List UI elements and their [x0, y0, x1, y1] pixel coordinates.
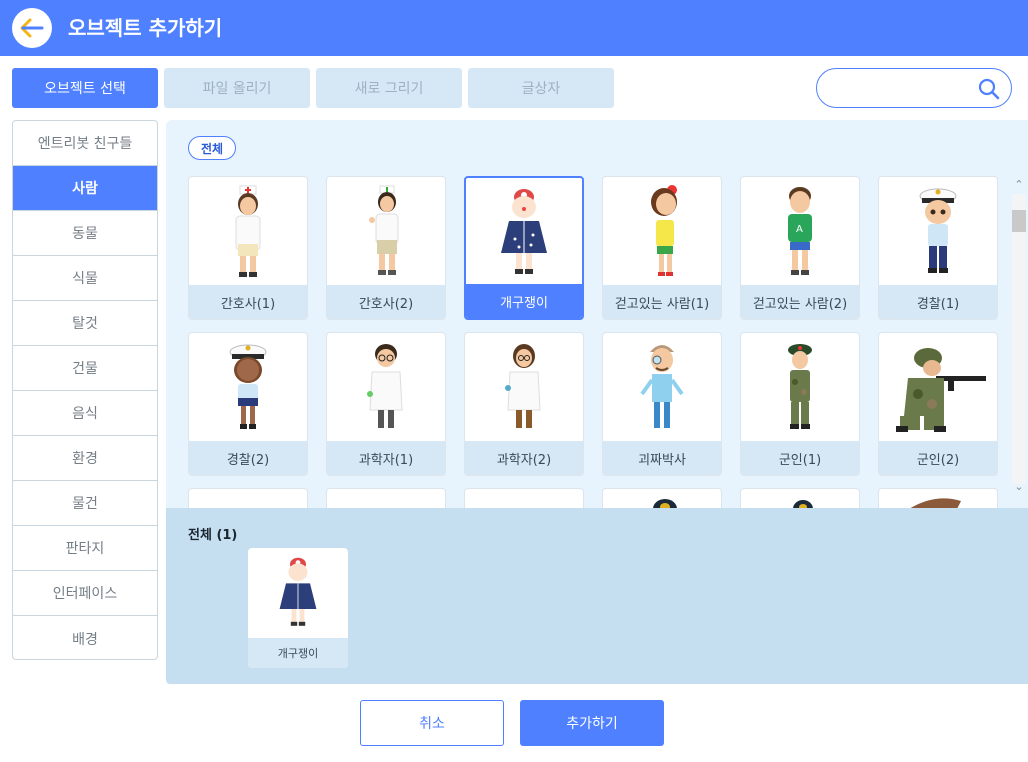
object-card-label: 과학자(2): [465, 441, 583, 475]
nurse-1-icon: [235, 185, 261, 277]
sidebar-item-animals[interactable]: 동물: [13, 211, 157, 256]
category-sidebar: 엔트리봇 친구들 사람 동물 식물 탈것 건물 음식 환경 물건 판타지 인터페…: [12, 120, 158, 660]
nurse-2-icon: [369, 185, 399, 275]
officer-cap-icon: [793, 500, 813, 508]
object-card-selected[interactable]: 개구쟁이: [464, 176, 584, 320]
object-card[interactable]: 과학자(2): [464, 332, 584, 476]
police-2-icon: [229, 344, 267, 429]
tab-object-select[interactable]: 오브젝트 선택: [12, 68, 158, 108]
police-1-icon: [919, 188, 957, 273]
object-card-label: 괴짜박사: [603, 441, 721, 475]
filter-chip-all[interactable]: 전체: [188, 136, 237, 160]
scroll-thumb[interactable]: [1012, 210, 1026, 232]
selected-object-card[interactable]: 개구쟁이: [248, 548, 348, 668]
quirky-doctor-icon: [640, 345, 684, 428]
search-input[interactable]: [833, 77, 983, 99]
sidebar-item-interface[interactable]: 인터페이스: [13, 571, 157, 616]
object-card[interactable]: [464, 488, 584, 508]
tab-text-box[interactable]: 글상자: [468, 68, 614, 108]
walking-person-2-icon: A: [788, 187, 812, 275]
object-card[interactable]: 괴짜박사: [602, 332, 722, 476]
object-card-label: 군인(2): [879, 441, 997, 475]
object-card[interactable]: [602, 488, 722, 508]
object-card[interactable]: 과학자(1): [326, 332, 446, 476]
soldier-2-icon: [896, 348, 986, 432]
scientist-2-icon: [505, 344, 541, 428]
sidebar-item-entrybot-friends[interactable]: 엔트리봇 친구들: [13, 121, 157, 166]
object-card[interactable]: [878, 488, 998, 508]
scroll-track[interactable]: [1012, 194, 1026, 484]
sidebar-item-plants[interactable]: 식물: [13, 256, 157, 301]
object-grid-panel: 전체 간호사(1) 간호사(2) 개구쟁이 걷고있는 사람(1) A 걷고있는 …: [166, 120, 1028, 508]
svg-text:A: A: [796, 224, 803, 235]
page-title: 오브젝트 추가하기: [68, 16, 223, 40]
selected-count-title: 전체 (1): [188, 528, 238, 543]
officer-cap-icon: [653, 499, 677, 508]
object-card-label: 과학자(1): [327, 441, 445, 475]
object-card[interactable]: 군인(2): [878, 332, 998, 476]
object-card[interactable]: 걷고있는 사람(1): [602, 176, 722, 320]
mischief-kid-icon: [501, 189, 547, 274]
sidebar-item-food[interactable]: 음식: [13, 391, 157, 436]
sidebar-item-people[interactable]: 사람: [13, 166, 157, 211]
selected-object-label: 개구쟁이: [248, 638, 348, 668]
object-card-label: 경찰(1): [879, 285, 997, 319]
grid-scrollbar[interactable]: ⌃ ⌄: [1012, 176, 1026, 498]
sidebar-item-background[interactable]: 배경: [13, 616, 157, 659]
object-card-label: 걷고있는 사람(1): [603, 285, 721, 319]
walking-person-1-icon: [651, 185, 677, 276]
tab-file-upload[interactable]: 파일 올리기: [164, 68, 310, 108]
object-card[interactable]: 경찰(2): [188, 332, 308, 476]
cancel-button[interactable]: 취소: [360, 700, 504, 746]
object-card[interactable]: 간호사(1): [188, 176, 308, 320]
sidebar-item-environment[interactable]: 환경: [13, 436, 157, 481]
selected-objects-panel: 전체 (1) 개구쟁이: [166, 508, 1028, 684]
object-card[interactable]: [326, 488, 446, 508]
object-card[interactable]: [740, 488, 860, 508]
search-icon[interactable]: [977, 77, 1001, 101]
object-card[interactable]: A 걷고있는 사람(2): [740, 176, 860, 320]
object-card[interactable]: 간호사(2): [326, 176, 446, 320]
back-button[interactable]: [12, 8, 52, 48]
arrow-left-icon: [20, 18, 44, 38]
object-card[interactable]: 군인(1): [740, 332, 860, 476]
object-card-label: 걷고있는 사람(2): [741, 285, 859, 319]
sidebar-item-vehicles[interactable]: 탈것: [13, 301, 157, 346]
sidebar-item-things[interactable]: 물건: [13, 481, 157, 526]
object-card-label: 간호사(1): [189, 285, 307, 319]
scientist-1-icon: [367, 344, 403, 428]
soldier-1-icon: [788, 344, 812, 429]
object-card-label: 개구쟁이: [466, 284, 582, 318]
object-card-label: 간호사(2): [327, 285, 445, 319]
object-card[interactable]: [188, 488, 308, 508]
object-card-label: 군인(1): [741, 441, 859, 475]
add-button[interactable]: 추가하기: [520, 700, 664, 746]
mischief-kid-icon: [279, 557, 317, 626]
search-box: [816, 68, 1012, 108]
header-bar: 오브젝트 추가하기: [0, 0, 1028, 56]
brown-hat-icon: [910, 498, 961, 508]
object-card-label: 경찰(2): [189, 441, 307, 475]
scroll-down-icon[interactable]: ⌄: [1012, 478, 1026, 494]
sidebar-item-fantasy[interactable]: 판타지: [13, 526, 157, 571]
scroll-up-icon[interactable]: ⌃: [1012, 176, 1026, 192]
object-card[interactable]: 경찰(1): [878, 176, 998, 320]
tab-new-drawing[interactable]: 새로 그리기: [316, 68, 462, 108]
sidebar-item-buildings[interactable]: 건물: [13, 346, 157, 391]
